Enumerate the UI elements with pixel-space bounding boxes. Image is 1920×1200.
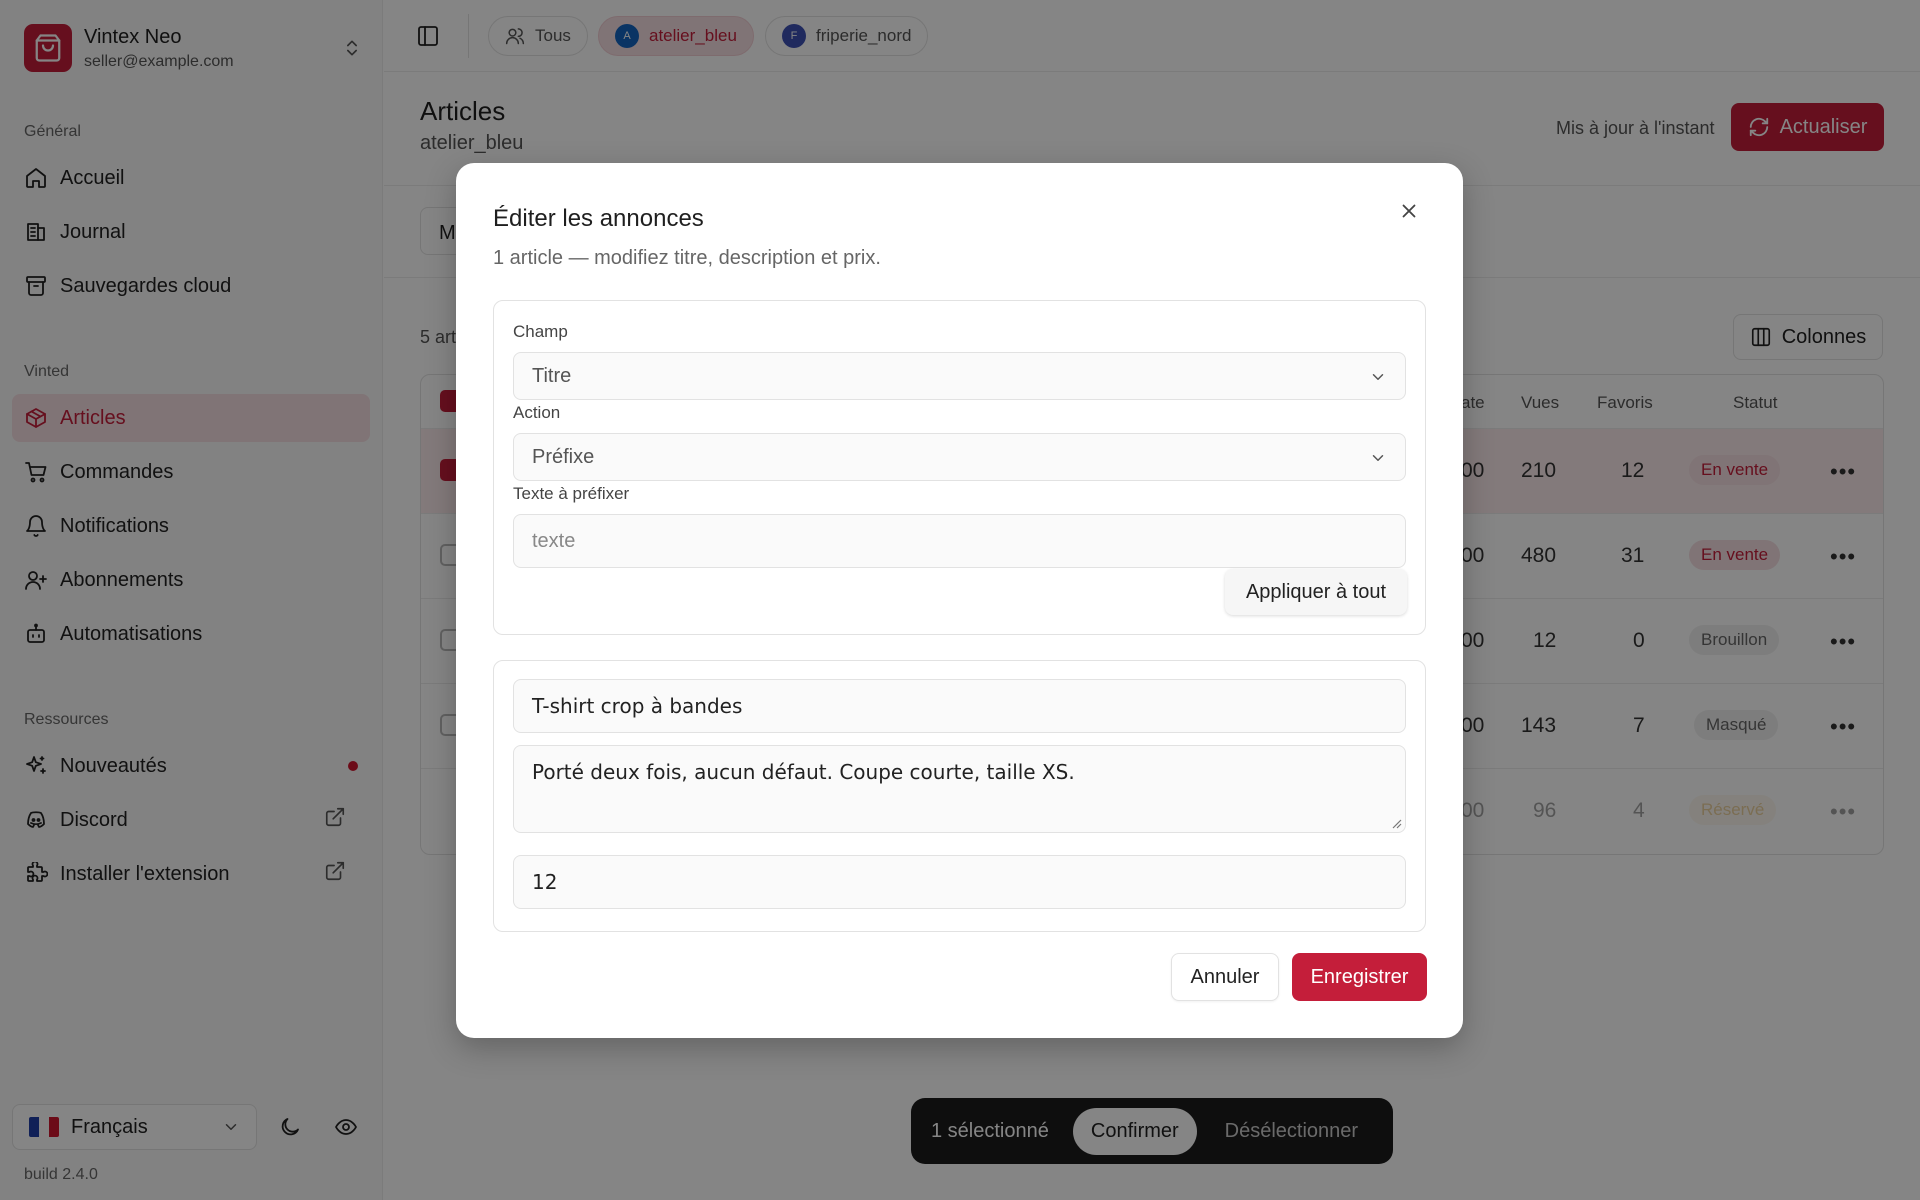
edit-listings-dialog: Éditer les annonces 1 article — modifiez… [456,163,1463,1038]
action-label: Action [513,403,561,422]
field-label: Champ [513,322,568,341]
description-text: Porté deux fois, aucun défaut. Coupe cou… [532,760,1075,784]
action-select-value: Préfixe [532,445,595,468]
chevron-down-icon [1372,455,1384,461]
close-icon[interactable] [1395,197,1423,225]
cancel-button[interactable]: Annuler [1171,953,1279,1001]
field-select-value: Titre [532,364,572,387]
dialog-description: 1 article — modifiez titre, description … [493,247,881,269]
prefix-text-label: Texte à préfixer [513,484,630,503]
price-input[interactable]: 12 [513,855,1406,909]
field-select[interactable]: Titre [513,352,1406,400]
apply-to-all-button[interactable]: Appliquer à tout [1225,569,1407,615]
description-textarea[interactable]: Porté deux fois, aucun défaut. Coupe cou… [513,745,1406,833]
action-select[interactable]: Préfixe [513,433,1406,481]
bulk-edit-card: Champ Titre Action Préfixe Texte à préfi… [493,300,1426,635]
title-input[interactable]: T-shirt crop à bandes [513,679,1406,733]
prefix-text-input[interactable]: texte [513,514,1406,568]
article-edit-card: T-shirt crop à bandes Porté deux fois, a… [493,660,1426,932]
save-button[interactable]: Enregistrer [1292,953,1427,1001]
dialog-title: Éditer les annonces [493,205,704,232]
chevron-down-icon [1372,374,1384,380]
resize-handle-icon[interactable] [1390,817,1402,829]
